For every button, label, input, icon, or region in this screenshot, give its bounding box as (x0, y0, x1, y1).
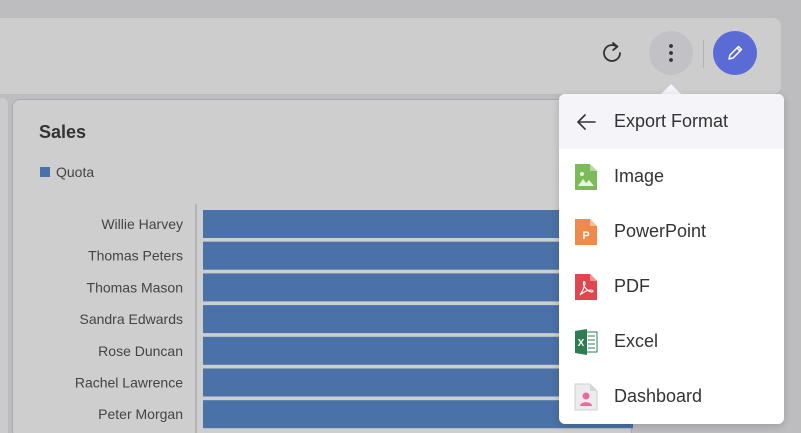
svg-text:P: P (582, 230, 589, 242)
menu-item-label: Excel (614, 331, 659, 351)
bar-chart: Willie Harvey Thomas Peters Thomas Mason Sa… (75, 204, 633, 433)
menu-item-label: PowerPoint (614, 221, 707, 241)
more-options-button[interactable] (649, 31, 693, 75)
menu-item-label: Image (614, 166, 665, 186)
export-excel-item[interactable]: X Excel (559, 314, 784, 369)
powerpoint-file-icon: P (574, 218, 598, 246)
toolbar-separator (703, 40, 704, 68)
menu-item-label: Dashboard (614, 386, 703, 406)
more-vertical-icon (669, 44, 673, 62)
adjacent-card-edge (0, 98, 8, 433)
pencil-icon (728, 45, 743, 60)
refresh-icon (603, 42, 621, 62)
image-file-icon (574, 163, 598, 191)
excel-file-icon: X (574, 328, 598, 356)
export-format-menu: Export Format Image P PowerPoint PDF X E… (559, 94, 784, 424)
y-tick-label: Rachel Lawrence (75, 375, 183, 391)
export-image-item[interactable]: Image (559, 149, 784, 204)
export-powerpoint-item[interactable]: P PowerPoint (559, 204, 784, 259)
export-pdf-item[interactable]: PDF (559, 259, 784, 314)
svg-text:X: X (578, 338, 585, 349)
menu-item-label: PDF (614, 276, 650, 296)
y-tick-label: Thomas Mason (87, 279, 183, 295)
y-tick-label: Sandra Edwards (79, 311, 183, 327)
arrow-left-icon (574, 108, 598, 136)
dashboard-file-icon (574, 383, 598, 411)
y-tick-label: Willie Harvey (101, 216, 183, 232)
export-dashboard-item[interactable]: Dashboard (559, 369, 784, 424)
pdf-file-icon (574, 273, 598, 301)
edit-button[interactable] (713, 31, 757, 75)
menu-header-label: Export Format (614, 111, 729, 131)
y-tick-label: Peter Morgan (98, 406, 183, 422)
y-tick-label: Rose Duncan (98, 343, 183, 359)
y-tick-label: Thomas Peters (88, 248, 183, 264)
back-to-menu-button[interactable]: Export Format (559, 94, 784, 149)
sales-chart-card[interactable]: Sales Quota Willie Harvey Thomas Peters Th… (12, 99, 633, 433)
refresh-button[interactable] (590, 31, 634, 75)
